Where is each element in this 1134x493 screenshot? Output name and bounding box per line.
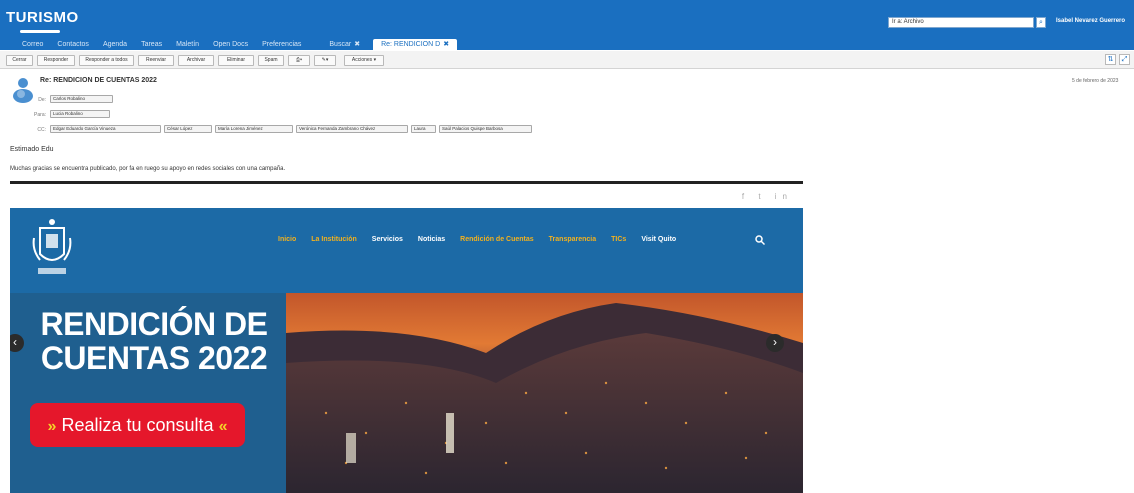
delete-button[interactable]: Eliminar <box>218 55 254 66</box>
user-name[interactable]: Isabel Nevarez Guerrero <box>1056 18 1125 24</box>
menu-item-noticias[interactable]: Noticias <box>418 236 445 243</box>
message-date: 5 de febrero de 2023 <box>1072 78 1119 84</box>
consulta-button[interactable]: » Realiza tu consulta « <box>30 403 245 447</box>
menu-item-servicios[interactable]: Servicios <box>372 236 403 243</box>
double-chevron-left-icon: « <box>218 418 228 435</box>
to-label: Para: <box>34 112 46 118</box>
double-chevron-right-icon: » <box>47 418 57 435</box>
app-header: TURISMO Ir a: Archivo ⌕ Isabel Nevarez G… <box>0 0 1134 51</box>
embedded-website-image: f t in Inicio La Institución Servicios N… <box>10 181 803 493</box>
app-tabs: Correo Contactos Agenda Tareas Maletín O… <box>0 38 458 51</box>
forward-button[interactable]: Reenviar <box>138 55 174 66</box>
tab-active-label: Re: RENDICION D <box>381 41 441 48</box>
menu-item-rendicion[interactable]: Rendición de Cuentas <box>460 236 534 243</box>
menu-item-transparencia[interactable]: Transparencia <box>549 236 596 243</box>
message-body: Muchas gracias se encuentra publicado, p… <box>10 166 286 172</box>
tab-correo[interactable]: Correo <box>0 39 50 51</box>
cc-label: CC: <box>37 127 46 133</box>
menu-item-institucion[interactable]: La Institución <box>311 236 357 243</box>
app-logo[interactable]: TURISMO <box>6 9 79 26</box>
cc-chip[interactable]: Verónica Fernanda Zambrano Chávez <box>296 125 408 133</box>
archive-button[interactable]: Archivar <box>178 55 214 66</box>
quito-city-night-photo <box>286 293 803 493</box>
tab-open-docs[interactable]: Open Docs <box>206 39 255 51</box>
social-icons: f t in <box>741 192 793 201</box>
search-icon[interactable] <box>755 235 765 245</box>
close-button[interactable]: Cerrar <box>6 55 33 66</box>
actions-label: Acciones <box>351 57 373 63</box>
search-icon[interactable]: ⌕ <box>1036 17 1046 28</box>
reply-all-button[interactable]: Responder a todos <box>79 55 134 66</box>
reading-pane-icon[interactable]: ⇅ <box>1105 54 1116 65</box>
message-greeting: Estimado Edu <box>10 146 54 153</box>
cc-chip[interactable]: César López <box>164 125 212 133</box>
popout-icon[interactable]: ⤢ <box>1119 54 1130 65</box>
tab-preferencias[interactable]: Preferencias <box>255 39 308 51</box>
actions-button[interactable]: Acciones ▾ <box>344 55 384 66</box>
carousel-next-button[interactable]: › <box>766 334 784 352</box>
logo-underline <box>20 30 60 33</box>
website-header: Inicio La Institución Servicios Noticias… <box>10 208 803 293</box>
hero-panel: RENDICIÓN DE CUENTAS 2022 » Realiza tu c… <box>10 293 286 493</box>
cc-chip[interactable]: Saúl Palacios Quispe Barbosa <box>439 125 532 133</box>
to-chip[interactable]: Lucia Robalino <box>50 110 110 118</box>
consulta-button-label: Realiza tu consulta <box>61 415 214 435</box>
menu-item-tics[interactable]: TICs <box>611 236 626 243</box>
from-chip[interactable]: Carlos Robalino <box>50 95 113 103</box>
cc-chip[interactable]: María Lorena Jiménez <box>215 125 293 133</box>
quito-coat-of-arms-logo <box>32 219 72 274</box>
print-icon[interactable]: ⎙▾ <box>288 55 310 66</box>
message-toolbar: Cerrar Responder Responder a todos Reenv… <box>0 51 1134 69</box>
tab-contactos[interactable]: Contactos <box>50 39 96 51</box>
menu-item-inicio[interactable]: Inicio <box>278 236 296 243</box>
close-icon[interactable]: ✖ <box>354 41 360 48</box>
tab-buscar[interactable]: Buscar ✖ <box>322 39 367 51</box>
avatar-icon <box>13 78 33 103</box>
cc-chip[interactable]: Edgar Eduardo García Vinueza <box>50 125 161 133</box>
cc-chip[interactable]: Laura <box>411 125 436 133</box>
tab-agenda[interactable]: Agenda <box>96 39 134 51</box>
tab-buscar-label: Buscar <box>329 41 352 48</box>
tab-maletin[interactable]: Maletín <box>169 39 206 51</box>
close-icon[interactable]: ✖ <box>443 41 449 48</box>
tab-tareas[interactable]: Tareas <box>134 39 169 51</box>
from-label: De: <box>38 97 46 103</box>
reply-button[interactable]: Responder <box>37 55 75 66</box>
search-scope-select[interactable]: Ir a: Archivo <box>888 17 1034 28</box>
hero-title: RENDICIÓN DE CUENTAS 2022 <box>40 306 268 376</box>
tag-icon[interactable]: ✎▾ <box>314 55 336 66</box>
spam-button[interactable]: Spam <box>258 55 284 66</box>
tab-active-message[interactable]: Re: RENDICION D ✖ <box>373 39 458 51</box>
message-subject: Re: RENDICION DE CUENTAS 2022 <box>40 77 157 84</box>
website-menu: Inicio La Institución Servicios Noticias… <box>278 236 676 243</box>
menu-item-visit-quito[interactable]: Visit Quito <box>641 236 676 243</box>
